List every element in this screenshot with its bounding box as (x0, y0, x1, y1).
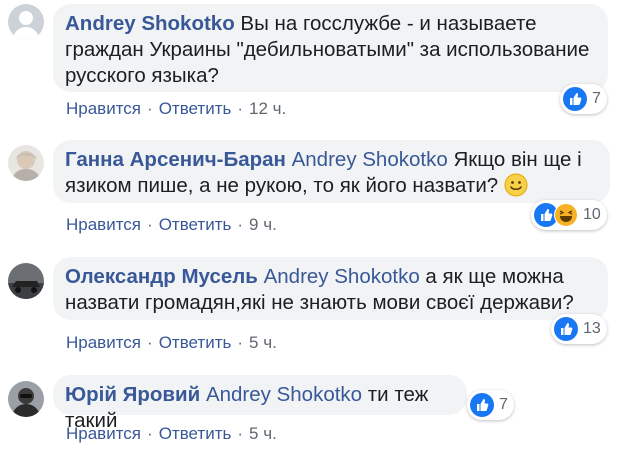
avatar-user[interactable] (8, 145, 44, 181)
separator-dot: · (147, 215, 153, 234)
reply-button[interactable]: Ответить (159, 99, 232, 118)
comment-text: русского языка? (65, 64, 219, 87)
comment-actions: Нравится · Ответить · 12 ч. (66, 99, 286, 119)
separator-dot: · (237, 99, 244, 118)
comment-author[interactable]: Ганна Арсенич-Баран (65, 148, 286, 171)
separator-dot: · (147, 99, 153, 118)
reaction-count: 13 (583, 320, 601, 337)
separator-dot: · (147, 333, 153, 352)
comment-text: а як ще можна (425, 265, 564, 288)
reply-button[interactable]: Ответить (159, 424, 232, 443)
comment-text: Якщо він ще і (453, 148, 582, 171)
like-button[interactable]: Нравится (66, 333, 141, 352)
separator-dot: · (237, 333, 244, 352)
like-button[interactable]: Нравится (66, 215, 141, 234)
comment-timestamp[interactable]: 5 ч. (249, 333, 277, 352)
comment-bubble: Юрій Яровий Andrey Shokotko ти теж такий (53, 375, 467, 432)
comment-actions: Нравится · Ответить · 5 ч. (66, 333, 277, 353)
haha-icon (554, 203, 578, 227)
like-button[interactable]: Нравится (66, 424, 141, 443)
comment-bubble: Andrey Shokotko Вы на госслужбе - и назы… (53, 4, 608, 92)
comment-mention[interactable]: Andrey Shokotko (264, 265, 420, 288)
comment-mention[interactable]: Andrey Shokotko (292, 148, 448, 171)
avatar-default[interactable] (8, 4, 44, 40)
comment-author[interactable]: Олександр Мусель (65, 265, 258, 288)
separator-dot: · (237, 424, 244, 443)
comment-actions: Нравится · Ответить · 9 ч. (66, 215, 277, 235)
reply-button[interactable]: Ответить (159, 215, 232, 234)
comment-timestamp[interactable]: 5 ч. (249, 424, 277, 443)
separator-dot: · (147, 424, 153, 443)
comment-author[interactable]: Andrey Shokotko (65, 12, 235, 35)
avatar-user[interactable] (8, 263, 44, 299)
comment-text: назвати громадян,які не знають мови своє… (65, 291, 574, 314)
comment-text: язиком пише, а не рукою, то як його назв… (65, 174, 499, 197)
comment-mention[interactable]: Andrey Shokotko (206, 383, 362, 406)
like-icon (470, 393, 494, 417)
comment-text: граждан Украины "дебильноватыми" за испо… (65, 38, 590, 61)
reply-button[interactable]: Ответить (159, 333, 232, 352)
comment-text: Вы на госслужбе - и называете (240, 12, 537, 35)
like-icon (554, 317, 578, 341)
comment-timestamp[interactable]: 12 ч. (249, 99, 286, 118)
comment-author[interactable]: Юрій Яровий (65, 383, 200, 406)
comment-actions: Нравится · Ответить · 5 ч. (66, 424, 277, 444)
comment-bubble: Олександр Мусель Andrey Shokotko а як ще… (53, 257, 608, 320)
reaction-count: 10 (583, 206, 601, 223)
like-button[interactable]: Нравится (66, 99, 141, 118)
reaction-count: 7 (499, 396, 508, 413)
smile-emoji-icon (504, 173, 528, 204)
reaction-summary[interactable]: 7 (467, 390, 514, 420)
reaction-count: 7 (592, 90, 601, 107)
separator-dot: · (237, 215, 244, 234)
reaction-summary[interactable]: 10 (531, 200, 607, 230)
reaction-summary[interactable]: 7 (560, 84, 607, 114)
reaction-summary[interactable]: 13 (551, 314, 607, 344)
like-icon (563, 87, 587, 111)
comment-timestamp[interactable]: 9 ч. (249, 215, 277, 234)
comment-bubble: Ганна Арсенич-Баран Andrey Shokotko Якщо… (53, 140, 610, 203)
avatar-user[interactable] (8, 381, 44, 417)
